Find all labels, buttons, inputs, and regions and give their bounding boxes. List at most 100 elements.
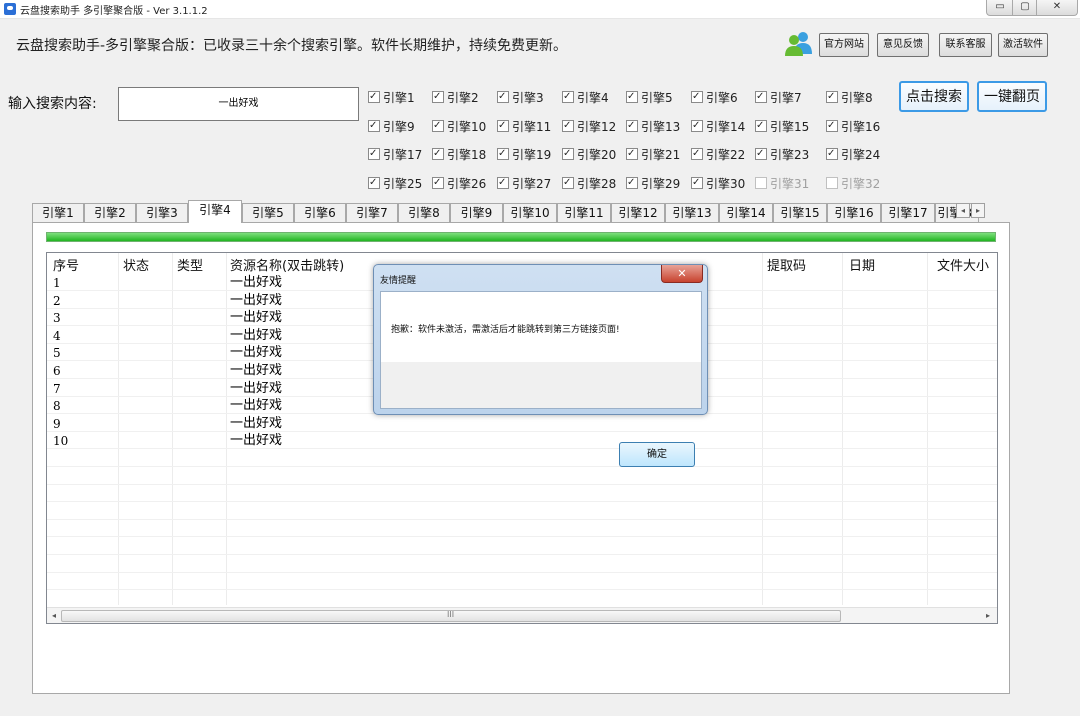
engine-checkbox-19[interactable]: 引擎19 [497,146,551,163]
contact-support-button[interactable]: 联系客服 [939,33,992,57]
tab-engine-14[interactable]: 引擎14 [719,203,773,222]
checkbox-checked-icon [826,89,838,105]
activate-software-button[interactable]: 激活软件 [998,33,1048,57]
tab-engine-6[interactable]: 引擎6 [294,203,346,222]
engine-checkbox-30[interactable]: 引擎30 [691,175,746,192]
checkbox-checked-icon [368,89,380,105]
checkbox-checked-icon [691,89,703,105]
minimize-button[interactable]: ▭ [986,0,1014,16]
tab-engine-12[interactable]: 引擎12 [611,203,665,222]
engine-checkbox-21[interactable]: 引擎21 [626,146,680,163]
tab-scroll-buttons: ◂ ▸ [956,203,986,219]
tab-engine-1[interactable]: 引擎1 [32,203,84,222]
engine-checkbox-23[interactable]: 引擎23 [755,146,810,163]
tab-engine-5[interactable]: 引擎5 [242,203,294,222]
tab-engine-7[interactable]: 引擎7 [346,203,398,222]
tab-engine-11[interactable]: 引擎11 [557,203,611,222]
engine-checkbox-label: 引擎12 [577,120,617,134]
engine-checkbox-9[interactable]: 引擎9 [368,118,415,135]
engine-checkbox-14[interactable]: 引擎14 [691,118,745,135]
maximize-button[interactable]: ▢ [1012,0,1038,16]
checkbox-checked-icon [562,118,574,134]
tab-engine-17[interactable]: 引擎17 [881,203,935,222]
engine-checkbox-8[interactable]: 引擎8 [826,89,873,106]
column-header-extract-code[interactable]: 提取码 [767,255,806,274]
column-header-name[interactable]: 资源名称(双击跳转) [230,255,344,274]
engine-checkbox-4[interactable]: 引擎4 [562,89,609,106]
tab-engine-4[interactable]: 引擎4 [188,200,242,223]
tab-scroll-left-button[interactable]: ◂ [956,203,970,218]
checkbox-checked-icon [497,118,509,134]
tab-engine-10[interactable]: 引擎10 [503,203,557,222]
tab-engine-15[interactable]: 引擎15 [773,203,827,222]
column-header-size[interactable]: 文件大小 [937,255,989,274]
engine-checkbox-28[interactable]: 引擎28 [562,175,616,192]
row-resource-name: 一出好戏 [230,363,283,378]
row-resource-name: 一出好戏 [230,327,283,343]
engine-checkbox-3[interactable]: 引擎3 [497,89,544,106]
engine-checkbox-10[interactable]: 引擎10 [432,118,486,135]
tab-engine-3[interactable]: 引擎3 [136,203,188,222]
engine-checkbox-5[interactable]: 引擎5 [626,89,673,106]
engine-checkbox-label: 引擎24 [841,148,881,162]
engine-checkbox-label: 引擎20 [577,148,617,162]
engine-checkbox-label: 引擎7 [770,91,802,105]
row-resource-name: 一出好戏 [230,292,283,308]
search-button[interactable]: 点击搜索 [899,81,969,112]
engine-checkbox-22[interactable]: 引擎22 [691,146,745,163]
checkbox-checked-icon [626,146,638,162]
tab-engine-2[interactable]: 引擎2 [84,203,136,222]
engine-checkbox-label: 引擎23 [770,148,810,162]
engine-checkbox-2[interactable]: 引擎2 [432,89,479,106]
column-header-date[interactable]: 日期 [849,255,875,274]
close-window-button[interactable]: ✕ [1036,0,1078,16]
engine-checkbox-15[interactable]: 引擎15 [755,118,809,135]
next-page-button[interactable]: 一键翻页 [977,81,1047,112]
tab-scroll-right-button[interactable]: ▸ [971,203,985,218]
feedback-button[interactable]: 意见反馈 [877,33,929,57]
engine-checkbox-label: 引擎25 [383,177,423,191]
engine-checkbox-7[interactable]: 引擎7 [755,89,802,106]
engine-checkbox-17[interactable]: 引擎17 [368,146,422,163]
checkbox-checked-icon [497,175,509,191]
engine-checkbox-27[interactable]: 引擎27 [497,175,551,192]
engine-checkbox-12[interactable]: 引擎12 [562,118,617,135]
engine-checkbox-label: 引擎5 [641,91,673,105]
column-header-index[interactable]: 序号 [53,255,79,274]
engine-checkbox-label: 引擎13 [641,120,681,134]
grid-line [47,466,997,467]
official-site-button[interactable]: 官方网站 [819,33,869,57]
dialog-close-button[interactable]: ✕ [661,265,703,283]
row-resource-name: 一出好戏 [230,345,283,361]
tab-engine-9[interactable]: 引擎9 [450,203,503,222]
engine-checkbox-13[interactable]: 引擎13 [626,118,681,135]
engine-checkbox-16[interactable]: 引擎16 [826,118,880,135]
column-header-status[interactable]: 状态 [123,255,149,274]
engine-checkbox-32[interactable]: 引擎32 [826,176,880,192]
engine-checkbox-25[interactable]: 引擎25 [368,175,423,192]
tab-engine-13[interactable]: 引擎13 [665,203,719,222]
checkbox-checked-icon [826,146,838,162]
engine-checkbox-20[interactable]: 引擎20 [562,146,617,163]
column-header-type[interactable]: 类型 [177,255,203,274]
row-index: 5 [53,346,61,361]
engine-checkbox-31[interactable]: 引擎31 [755,176,809,192]
engine-checkbox-24[interactable]: 引擎24 [826,146,881,163]
tab-engine-8[interactable]: 引擎8 [398,203,450,222]
scroll-left-arrow[interactable]: ◂ [49,610,59,622]
engine-checkbox-1[interactable]: 引擎1 [368,89,415,106]
engine-checkbox-18[interactable]: 引擎18 [432,146,486,163]
table-row[interactable]: 9 一出好戏 [47,416,997,434]
horizontal-scrollbar[interactable]: ◂ III ▸ [47,607,997,623]
tab-engine-16[interactable]: 引擎16 [827,203,881,222]
engine-checkbox-11[interactable]: 引擎11 [497,118,551,135]
engine-checkbox-29[interactable]: 引擎29 [626,175,680,192]
engine-checkbox-label: 引擎30 [706,177,746,191]
scroll-right-arrow[interactable]: ▸ [983,610,993,622]
checkbox-checked-icon [368,175,380,191]
table-row[interactable]: 10 一出好戏 [47,433,997,451]
dialog-ok-button[interactable]: 确定 [619,442,695,467]
search-input[interactable] [118,87,359,121]
engine-checkbox-6[interactable]: 引擎6 [691,89,738,106]
engine-checkbox-26[interactable]: 引擎26 [432,175,486,192]
